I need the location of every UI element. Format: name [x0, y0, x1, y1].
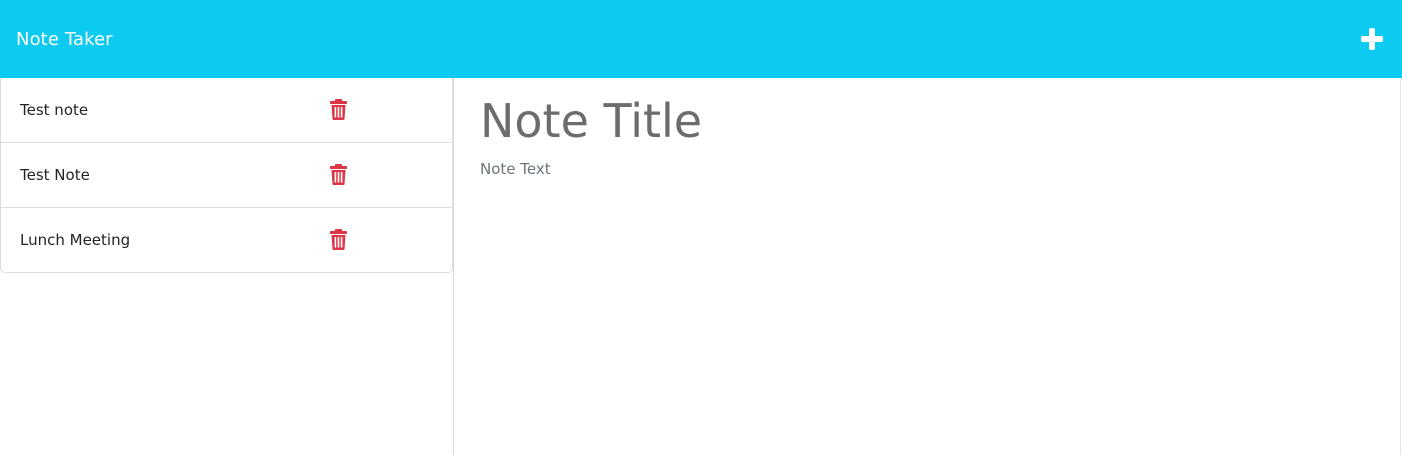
note-list-item[interactable]: Test note [1, 78, 452, 143]
plus-icon-vertical [1369, 28, 1375, 50]
trash-icon[interactable] [330, 99, 347, 120]
note-list-panel: Test note Test Note Lunch Meeting [0, 78, 454, 455]
note-text-input[interactable] [480, 160, 1360, 440]
note-editor [455, 78, 1401, 455]
note-item-title[interactable]: Test note [20, 101, 88, 119]
new-note-button[interactable] [1358, 25, 1386, 53]
app-title[interactable]: Note Taker [16, 29, 113, 50]
trash-icon[interactable] [330, 164, 347, 185]
note-list-item[interactable]: Test Note [1, 143, 452, 208]
note-list-item[interactable]: Lunch Meeting [1, 208, 452, 272]
note-item-title[interactable]: Test Note [20, 166, 90, 184]
note-item-title[interactable]: Lunch Meeting [20, 231, 130, 249]
trash-icon[interactable] [330, 229, 347, 250]
note-title-input[interactable] [480, 92, 1360, 150]
note-list: Test note Test Note Lunch Meeting [0, 78, 453, 273]
navbar: Note Taker [0, 0, 1402, 78]
